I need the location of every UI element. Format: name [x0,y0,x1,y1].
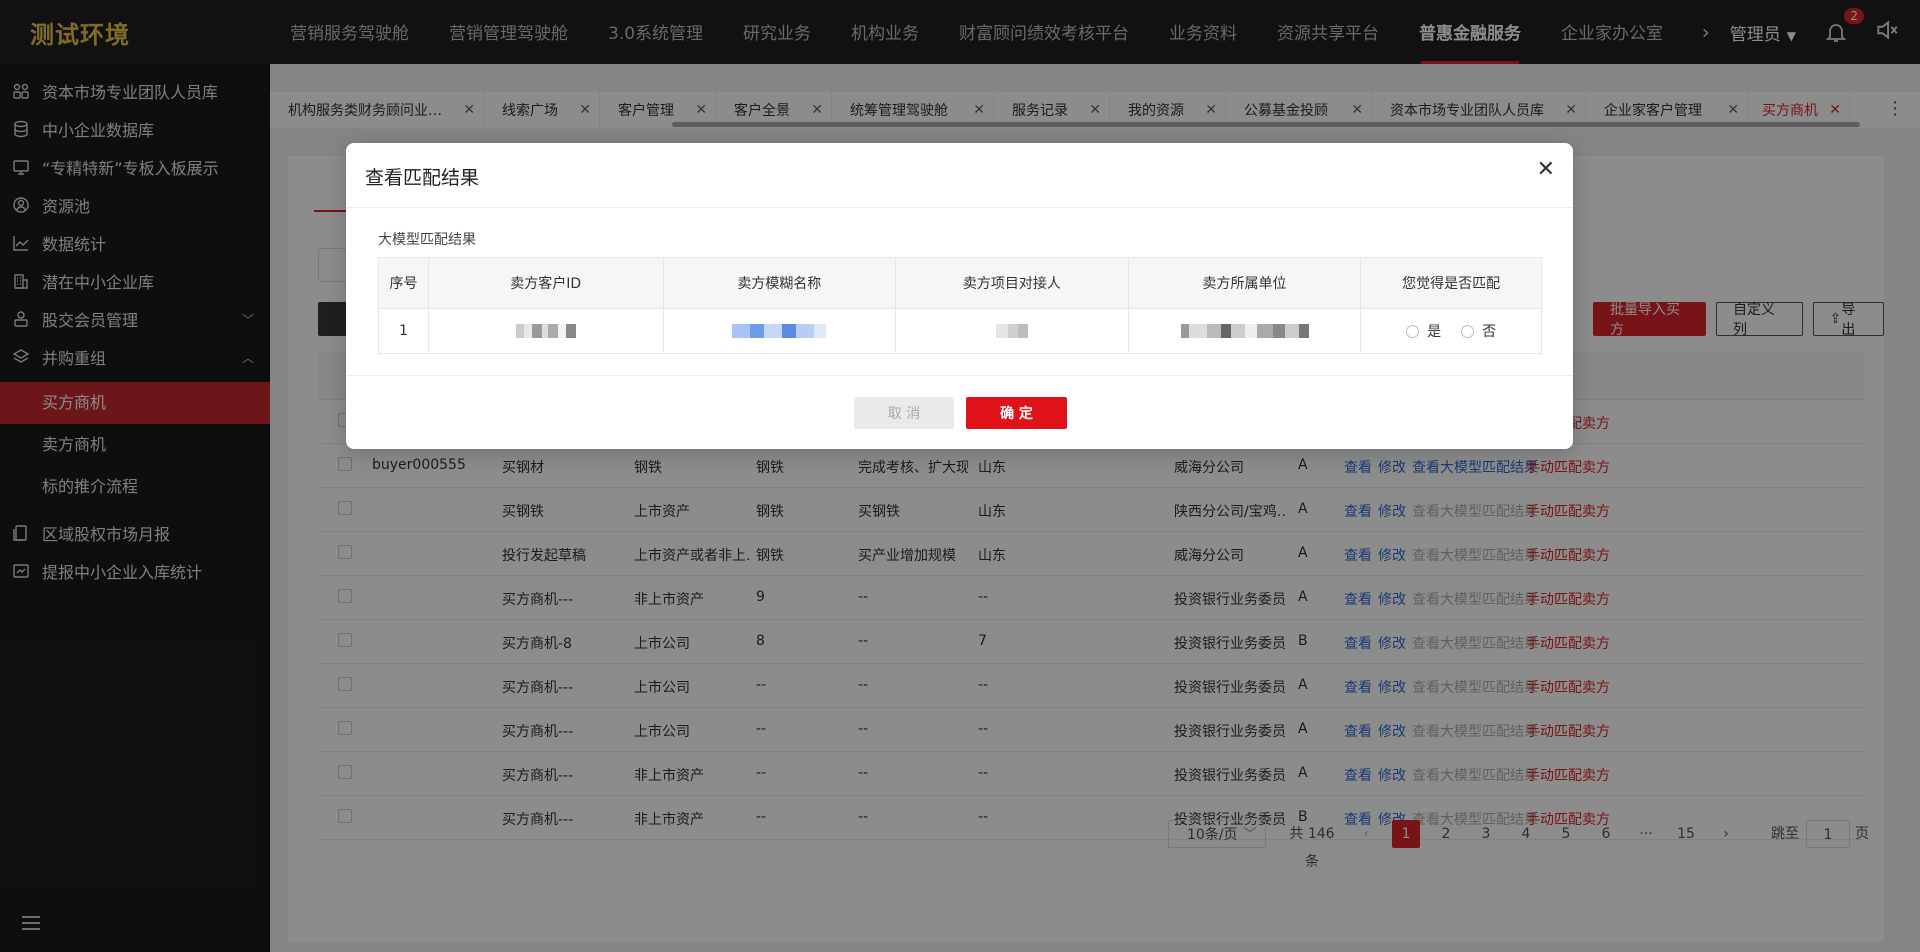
row-index: 1 [379,309,429,353]
radio-no[interactable]: 否 [1461,321,1496,341]
column-header: 卖方所属单位 [1129,258,1362,308]
seller-name-redacted[interactable] [664,309,897,353]
confirm-button[interactable]: 确 定 [966,397,1067,429]
column-header: 卖方模糊名称 [664,258,897,308]
match-result-modal: 查看匹配结果 ✕ 大模型匹配结果 序号 卖方客户ID 卖方模糊名称 卖方项目对接… [346,143,1573,449]
column-header: 卖方项目对接人 [896,258,1129,308]
seller-id-redacted [429,309,664,353]
section-title: 大模型匹配结果 [378,232,476,248]
seller-contact-redacted [896,309,1129,353]
match-table-header: 序号 卖方客户ID 卖方模糊名称 卖方项目对接人 卖方所属单位 您觉得是否匹配 [379,258,1541,309]
divider [346,207,1573,208]
match-table: 序号 卖方客户ID 卖方模糊名称 卖方项目对接人 卖方所属单位 您觉得是否匹配 … [378,257,1542,354]
radio-dot-icon [1461,324,1475,338]
divider [346,375,1573,376]
seller-unit-redacted [1129,309,1362,353]
column-header: 序号 [379,258,429,308]
column-header: 您觉得是否匹配 [1402,276,1501,292]
column-header: 卖方客户ID [429,258,664,308]
radio-dot-icon [1406,324,1420,338]
radio-yes[interactable]: 是 [1406,321,1441,341]
radio-label: 否 [1482,324,1497,340]
modal-title: 查看匹配结果 [365,167,480,189]
radio-label: 是 [1427,324,1442,340]
cancel-button[interactable]: 取 消 [854,397,954,429]
match-table-row: 1 是 否 [379,309,1541,353]
match-choice: 是 否 [1361,309,1541,353]
close-icon[interactable]: ✕ [1537,159,1555,181]
